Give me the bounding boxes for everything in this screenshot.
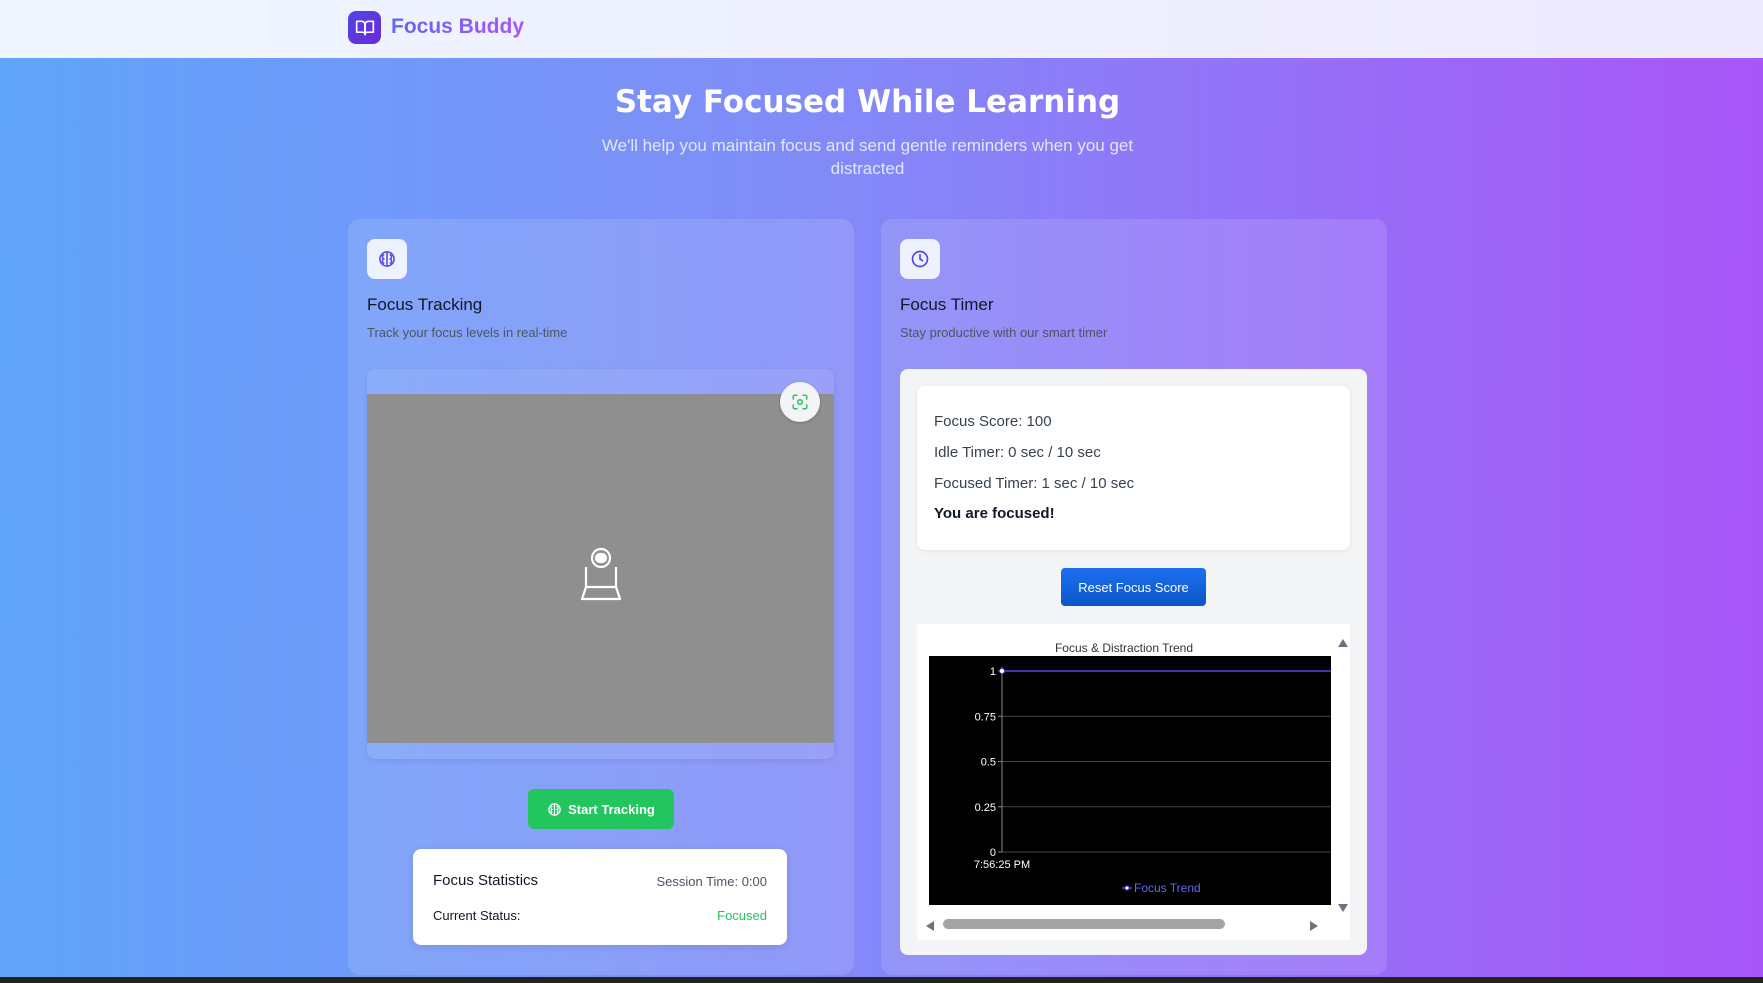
scroll-down-arrow-icon[interactable]	[1337, 900, 1349, 918]
y-tick-label: 0.25	[975, 802, 996, 814]
hero-title: Stay Focused While Learning	[614, 84, 1121, 120]
brain-icon	[548, 802, 561, 816]
camera-preview	[367, 369, 834, 759]
reset-focus-score-button[interactable]: Reset Focus Score	[1061, 568, 1206, 606]
focus-score: Focus Score: 100	[934, 413, 1052, 430]
start-tracking-button[interactable]: Start Tracking	[528, 789, 674, 829]
book-open-icon[interactable]	[348, 11, 381, 44]
card-subtitle: Track your focus levels in real-time	[367, 325, 568, 340]
scroll-right-arrow-icon[interactable]	[1309, 919, 1319, 937]
focus-status-message: You are focused!	[934, 505, 1055, 522]
stats-title: Focus Statistics	[433, 872, 539, 889]
idle-timer: Idle Timer: 0 sec / 10 sec	[934, 444, 1101, 461]
card-title: Focus Tracking	[367, 295, 483, 314]
horizontal-scrollbar[interactable]	[925, 914, 1325, 931]
y-tick-label: 0.5	[981, 757, 996, 769]
card-subtitle: Stay productive with our smart timer	[900, 325, 1108, 340]
scrollbar-thumb[interactable]	[943, 919, 1225, 929]
start-tracking-label: Start Tracking	[568, 801, 655, 817]
y-tick-label: 1	[990, 666, 996, 678]
card-title: Focus Timer	[900, 295, 994, 314]
brain-icon	[367, 239, 407, 279]
webcam-icon	[572, 544, 630, 607]
session-time: Session Time: 0:00	[656, 874, 767, 889]
scroll-up-arrow-icon[interactable]	[1337, 635, 1349, 653]
trend-chart-container: Focus & Distraction Trend 0 0.25 0.5 0.75 1 7…	[917, 624, 1350, 940]
scan-face-icon[interactable]	[780, 382, 820, 422]
chart-plot-area: 0 0.25 0.5 0.75 1 7:56:25 PM Focus Trend	[929, 656, 1331, 905]
focused-timer: Focused Timer: 1 sec / 10 sec	[934, 475, 1135, 492]
camera-feed	[367, 394, 834, 743]
bottom-edge	[0, 977, 1763, 983]
focus-statistics-panel: Focus Statistics Session Time: 0:00 Curr…	[413, 849, 787, 945]
trend-chart: 0 0.25 0.5 0.75 1 7:56:25 PM Focus Trend	[974, 666, 1331, 895]
focus-tracking-card: Focus Tracking Track your focus levels i…	[348, 219, 854, 975]
legend-label: Focus Trend	[1134, 881, 1201, 895]
x-tick-label: 7:56:25 PM	[974, 859, 1030, 871]
chart-title: Focus & Distraction Trend	[1054, 641, 1194, 655]
timer-panel: Focus Score: 100 Idle Timer: 0 sec / 10 …	[900, 369, 1367, 955]
data-point	[999, 668, 1005, 674]
status-label: Current Status:	[433, 908, 521, 923]
brand-name[interactable]: Focus Buddy	[391, 15, 524, 39]
focus-score-box: Focus Score: 100 Idle Timer: 0 sec / 10 …	[917, 386, 1350, 550]
scroll-left-arrow-icon[interactable]	[925, 919, 935, 937]
status-value: Focused	[717, 908, 767, 923]
clock-icon	[900, 239, 940, 279]
focus-timer-card: Focus Timer Stay productive with our sma…	[881, 219, 1387, 975]
hero-subtitle: We'll help you maintain focus and send g…	[601, 136, 1134, 178]
legend-marker	[1124, 885, 1130, 891]
top-navbar: Focus Buddy	[0, 0, 1763, 58]
y-tick-label: 0	[990, 847, 996, 859]
y-tick-label: 0.75	[975, 711, 996, 723]
